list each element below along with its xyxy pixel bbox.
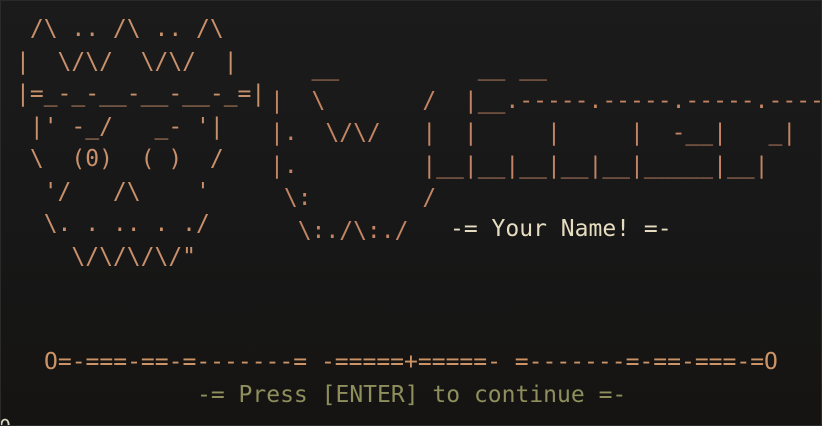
press-enter-prompt[interactable]: -= Press [ENTER] to continue =-	[197, 379, 626, 412]
terminal-window: /\ .. /\ .. /\ | \/\/ \/\/ | |=_-_-__-__…	[0, 0, 822, 426]
divider-line: O=-===-==-=-------= -=====+=====- =-----…	[44, 349, 778, 375]
player-name-text: -= Your Name! =-	[450, 216, 672, 242]
cat-ascii-art: /\ .. /\ .. /\ | \/\/ \/\/ | |=_-_-__-__…	[16, 16, 266, 270]
corner-counter: 0	[1, 411, 11, 425]
